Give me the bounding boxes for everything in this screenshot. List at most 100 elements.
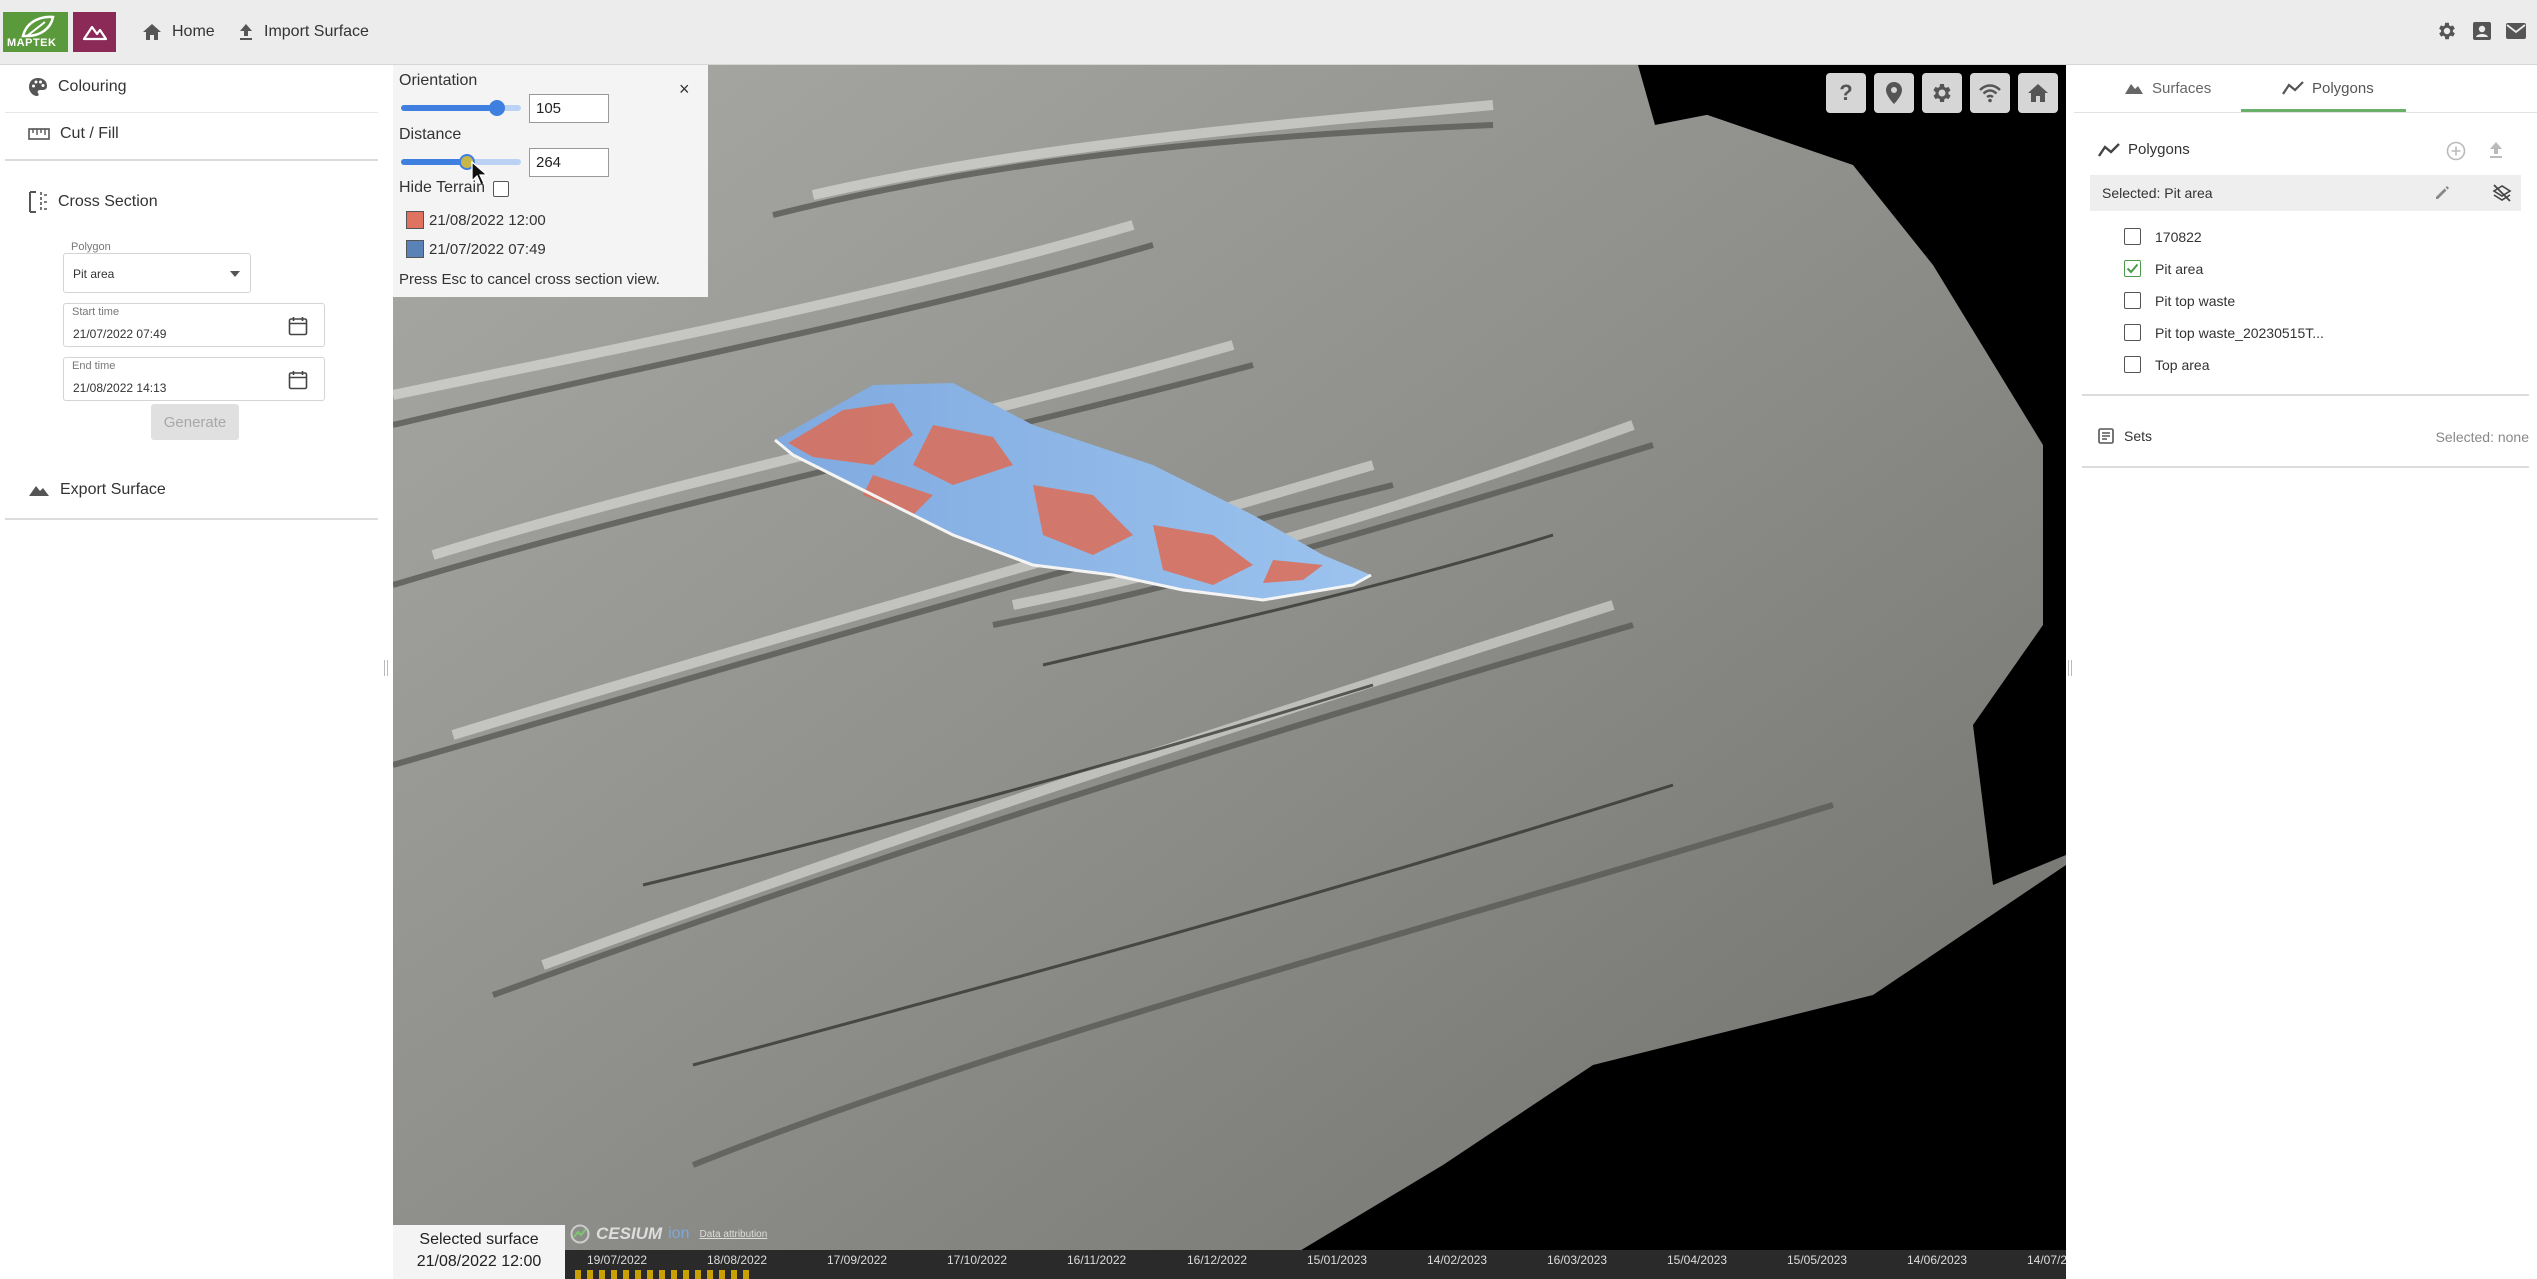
- polygon-list-item[interactable]: Pit top waste_20230515T...: [2124, 324, 2324, 341]
- end-time-field[interactable]: End time 21/08/2022 14:13: [63, 357, 325, 401]
- sets-card: Sets Selected: none: [2082, 408, 2529, 468]
- right-splitter-handle[interactable]: [2068, 660, 2072, 676]
- distance-input[interactable]: 264: [529, 148, 609, 177]
- polygon-checkbox[interactable]: [2124, 292, 2141, 309]
- layers-off-icon[interactable]: [2492, 184, 2512, 202]
- mountain-icon: [82, 25, 108, 41]
- top-bar: MAPTEK Home Import Surface: [0, 0, 2537, 65]
- legend-swatch: [406, 211, 424, 229]
- analysis-card: Colouring Cut / Fill: [5, 65, 378, 161]
- settings-button[interactable]: [2434, 18, 2460, 44]
- tab-polygons-label: Polygons: [2312, 79, 2374, 97]
- cesium-credit[interactable]: CESIUM ion Data attribution: [570, 1222, 767, 1246]
- help-button[interactable]: ?: [1826, 73, 1866, 113]
- polygon-select[interactable]: Pit area: [63, 253, 251, 293]
- tab-polygons[interactable]: Polygons: [2282, 65, 2374, 111]
- calendar-icon[interactable]: [288, 316, 308, 336]
- tab-surfaces-label: Surfaces: [2152, 79, 2212, 97]
- timeline-tick-label: 15/05/2023: [1787, 1253, 1848, 1267]
- timeline[interactable]: 19/07/2022 18/08/2022 17/09/2022 17/10/2022…: [565, 1250, 2067, 1279]
- export-surface-menu-item[interactable]: Export Surface: [28, 481, 166, 499]
- selected-surface-box: Selected surface 21/08/2022 12:00: [393, 1225, 565, 1279]
- sets-header[interactable]: Sets: [2098, 428, 2152, 444]
- distance-label: Distance: [399, 126, 462, 143]
- messages-button[interactable]: [2503, 18, 2529, 44]
- close-icon[interactable]: ×: [679, 79, 690, 100]
- import-surface-nav-link[interactable]: Import Surface: [238, 20, 369, 44]
- home-nav-link[interactable]: Home: [142, 20, 215, 44]
- sets-title: Sets: [2124, 428, 2153, 444]
- orientation-slider-thumb[interactable]: [489, 100, 505, 116]
- timeline-tick-label: 17/09/2022: [827, 1253, 888, 1267]
- timeline-tick-label: 16/11/2022: [1067, 1253, 1127, 1267]
- add-circle-icon[interactable]: [2446, 141, 2466, 161]
- timeline-tick-label: 15/01/2023: [1307, 1253, 1368, 1267]
- polygon-checkbox[interactable]: [2124, 228, 2141, 245]
- polygon-checkbox-checked[interactable]: [2124, 260, 2141, 277]
- selected-surface-label: Selected surface: [419, 1231, 539, 1248]
- import-surface-nav-label: Import Surface: [264, 23, 369, 40]
- reset-view-button[interactable]: [2018, 73, 2058, 113]
- location-button[interactable]: [1874, 73, 1914, 113]
- start-time-value: 21/07/2022 07:49: [73, 327, 167, 341]
- cross-section-header[interactable]: Cross Section: [28, 191, 158, 213]
- upload-icon[interactable]: [2488, 141, 2504, 159]
- orientation-slider-fill: [401, 105, 497, 111]
- connection-button[interactable]: [1970, 73, 2010, 113]
- calendar-icon[interactable]: [288, 370, 308, 390]
- timeline-tick-label: 14/02/2023: [1427, 1253, 1488, 1267]
- home-icon: [2028, 84, 2048, 102]
- cesium-ion-label: ion: [668, 1225, 690, 1242]
- left-panel: Colouring Cut / Fill Cross Section Polyg…: [0, 65, 385, 1279]
- polygon-list-item[interactable]: Pit top waste: [2124, 292, 2235, 309]
- polygon-checkbox[interactable]: [2124, 324, 2141, 341]
- timeline-tick-label: 16/03/2023: [1547, 1253, 1608, 1267]
- legend-swatch: [406, 240, 424, 258]
- wifi-icon: [1979, 84, 2001, 103]
- polygon-item-label: Pit area: [2155, 260, 2204, 277]
- polygon-select-value: Pit area: [73, 267, 115, 281]
- divider: [2074, 112, 2537, 113]
- polygon-field-label: Polygon: [71, 241, 111, 253]
- timeline-tick-label: 15/04/2023: [1667, 1253, 1728, 1267]
- polygon-item-label: Top area: [2155, 356, 2210, 373]
- cesium-label: CESIUM: [596, 1224, 663, 1243]
- data-attribution-link[interactable]: Data attribution: [699, 1229, 767, 1240]
- cesium-logo-icon: [570, 1224, 590, 1244]
- cross-section-icon: [29, 191, 47, 213]
- cross-section-popup: Orientation × 105 Distance 264 Hide Terr…: [393, 65, 708, 297]
- polygon-item-label: Pit top waste: [2155, 292, 2236, 309]
- legend-item-label: 21/08/2022 12:00: [429, 212, 546, 229]
- timeline-tick-label: 18/08/2022: [707, 1253, 768, 1267]
- tab-surfaces[interactable]: Surfaces: [2124, 65, 2211, 111]
- colouring-menu-item[interactable]: Colouring: [28, 77, 126, 97]
- polygons-title: Polygons: [2128, 141, 2190, 158]
- divider: [5, 112, 378, 113]
- generate-button[interactable]: Generate: [151, 404, 239, 440]
- gear-icon: [2439, 22, 2455, 40]
- home-nav-label: Home: [172, 23, 215, 40]
- left-splitter-handle[interactable]: [384, 660, 388, 676]
- cut-fill-menu-item[interactable]: Cut / Fill: [28, 125, 119, 143]
- account-button[interactable]: [2469, 18, 2495, 44]
- hide-terrain-label: Hide Terrain: [399, 179, 485, 196]
- timeline-tick-label: 16/12/2022: [1187, 1253, 1248, 1267]
- maptek-logo-text: MAPTEK: [7, 37, 57, 49]
- app-logo[interactable]: [73, 12, 116, 52]
- orientation-input[interactable]: 105: [529, 94, 609, 123]
- hide-terrain-checkbox[interactable]: [493, 181, 509, 197]
- export-surface-label: Export Surface: [60, 481, 166, 498]
- polygon-list-item[interactable]: Top area: [2124, 356, 2209, 373]
- cut-fill-label: Cut / Fill: [60, 125, 119, 142]
- polygon-list-item[interactable]: 170822: [2124, 228, 2202, 245]
- start-time-field[interactable]: Start time 21/07/2022 07:49: [63, 303, 325, 347]
- polygons-card: Polygons Selected: Pit area 170822 Pit a…: [2082, 119, 2529, 396]
- viewport-settings-button[interactable]: [1922, 73, 1962, 113]
- polygon-list-item[interactable]: Pit area: [2124, 260, 2203, 277]
- end-time-label: End time: [72, 360, 116, 372]
- polygon-checkbox[interactable]: [2124, 356, 2141, 373]
- checkmark-icon: [2126, 263, 2139, 274]
- timeline-tick-label: 14/06/2023: [1907, 1253, 1968, 1267]
- maptek-logo[interactable]: MAPTEK: [3, 12, 68, 52]
- edit-icon[interactable]: [2434, 185, 2450, 201]
